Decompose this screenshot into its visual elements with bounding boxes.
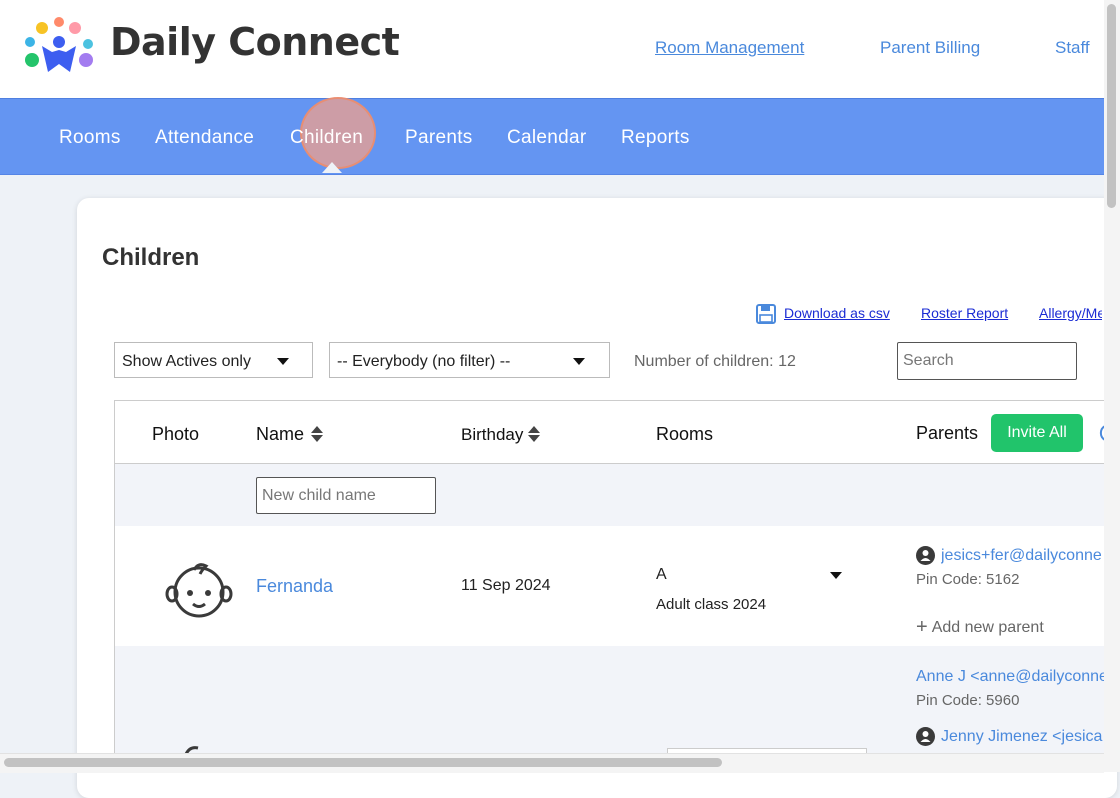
- chevron-down-icon[interactable]: [830, 572, 842, 579]
- group-filter-select[interactable]: -- Everybody (no filter) --: [329, 342, 610, 378]
- roster-report-link[interactable]: Roster Report: [921, 305, 1008, 321]
- chevron-down-icon: [573, 358, 585, 365]
- download-csv-link[interactable]: Download as csv: [784, 305, 890, 321]
- baby-face-icon: [165, 563, 233, 618]
- header-name[interactable]: Name: [256, 424, 304, 445]
- parent-email-link[interactable]: jesics+fer@dailyconne: [941, 547, 1104, 565]
- nav-parents[interactable]: Parents: [405, 127, 473, 149]
- child-name-link[interactable]: Fernanda: [256, 576, 333, 597]
- pin-code: Pin Code: 5960: [916, 692, 1020, 709]
- app-header: Daily Connect Room Management Parent Bil…: [0, 0, 1120, 98]
- child-birthday: 11 Sep 2024: [461, 577, 551, 594]
- main-nav: Rooms Attendance Children Parents Calend…: [0, 98, 1104, 175]
- chevron-down-icon: [277, 358, 289, 365]
- search-input[interactable]: [897, 342, 1077, 380]
- add-new-parent-button[interactable]: + Add new parent: [916, 616, 1044, 639]
- status-filter-value: Show Actives only: [122, 353, 251, 370]
- person-icon: [916, 546, 935, 565]
- parent-billing-link[interactable]: Parent Billing: [880, 38, 980, 58]
- person-icon: [916, 727, 935, 746]
- add-new-parent-label: Add new parent: [931, 619, 1044, 636]
- parent-email-link[interactable]: Jenny Jimenez <jesica: [941, 728, 1104, 746]
- sort-icon[interactable]: [310, 425, 324, 443]
- header-birthday[interactable]: Birthday: [461, 425, 523, 445]
- brand-name[interactable]: Daily Connect: [110, 20, 400, 64]
- page-title: Children: [102, 244, 200, 271]
- parent-email-link[interactable]: Anne J <anne@dailyconne: [916, 668, 1104, 686]
- status-filter-select[interactable]: Show Actives only: [114, 342, 313, 378]
- header-rooms: Rooms: [656, 424, 714, 444]
- room-management-link[interactable]: Room Management: [655, 38, 804, 58]
- vertical-scrollbar-thumb[interactable]: [1107, 4, 1116, 208]
- allergy-link[interactable]: Allergy/Me: [1039, 305, 1102, 321]
- active-tab-caret: [322, 162, 342, 173]
- nav-calendar[interactable]: Calendar: [507, 127, 587, 149]
- header-parents: Parents: [916, 423, 979, 443]
- save-icon[interactable]: [756, 304, 776, 324]
- plus-icon: +: [916, 616, 928, 638]
- nav-attendance[interactable]: Attendance: [155, 127, 254, 149]
- room-class-label: Adult class 2024: [656, 596, 767, 613]
- horizontal-scrollbar-thumb[interactable]: [4, 758, 722, 767]
- nav-rooms[interactable]: Rooms: [59, 127, 121, 149]
- sort-icon[interactable]: [527, 425, 541, 443]
- pin-code: Pin Code: 5162: [916, 571, 1020, 588]
- nav-children[interactable]: Children: [290, 127, 363, 149]
- nav-reports[interactable]: Reports: [621, 127, 690, 149]
- children-count: Number of children: 12: [634, 353, 796, 370]
- group-filter-value: -- Everybody (no filter) --: [337, 353, 511, 370]
- staff-link[interactable]: Staff: [1055, 38, 1090, 58]
- room-select-value[interactable]: A: [656, 566, 667, 584]
- invite-all-button[interactable]: Invite All: [991, 414, 1083, 452]
- header-photo: Photo: [152, 424, 200, 444]
- daily-connect-logo-icon[interactable]: [22, 16, 96, 76]
- new-child-name-input[interactable]: [256, 477, 436, 514]
